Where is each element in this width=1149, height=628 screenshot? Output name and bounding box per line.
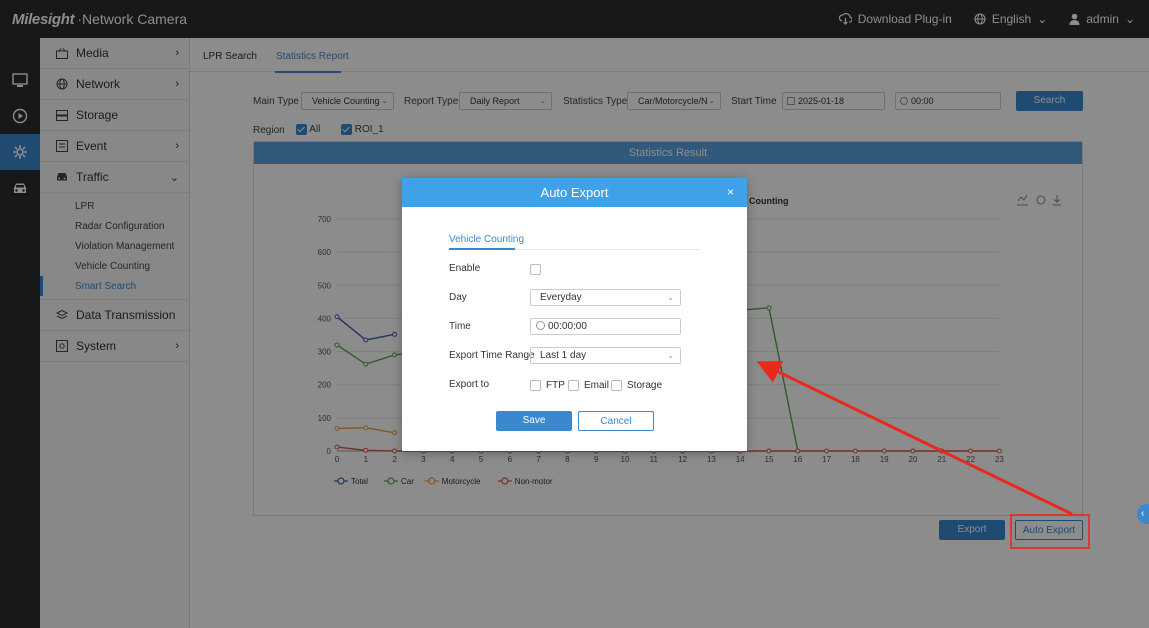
- tab-vehicle-counting[interactable]: Vehicle Counting: [449, 234, 524, 245]
- chevron-down-icon: ⌄: [667, 351, 674, 360]
- day-label: Day: [449, 292, 467, 303]
- email-label: Email: [584, 380, 610, 391]
- chevron-down-icon: ⌄: [667, 293, 674, 302]
- cancel-button[interactable]: Cancel: [578, 411, 654, 431]
- ftp-label: FTP: [546, 380, 565, 391]
- email-checkbox[interactable]: [568, 380, 579, 391]
- time-label: Time: [449, 321, 471, 332]
- time-input[interactable]: 00:00:00: [530, 318, 681, 335]
- time-value: 00:00:00: [548, 321, 587, 332]
- day-value: Everyday: [540, 292, 582, 303]
- enable-label: Enable: [449, 263, 481, 274]
- day-select[interactable]: Everyday ⌄: [530, 289, 681, 306]
- storage-label: Storage: [627, 380, 663, 391]
- ftp-checkbox[interactable]: [530, 380, 541, 391]
- export-time-range-select[interactable]: Last 1 day ⌄: [530, 347, 681, 364]
- storage-checkbox[interactable]: [611, 380, 622, 391]
- active-tab-indicator: [449, 248, 515, 250]
- close-icon[interactable]: ×: [727, 178, 734, 207]
- auto-export-dialog: Auto Export × Vehicle Counting Enable Da…: [402, 178, 747, 451]
- dialog-title: Auto Export: [540, 185, 609, 200]
- export-time-range-label: Export Time Range: [449, 350, 535, 361]
- save-button[interactable]: Save: [496, 411, 572, 431]
- clock-icon: [536, 321, 545, 330]
- enable-checkbox[interactable]: [530, 264, 541, 275]
- export-time-range-value: Last 1 day: [540, 350, 587, 361]
- export-to-label: Export to: [449, 379, 490, 390]
- dialog-header: Auto Export ×: [402, 178, 747, 207]
